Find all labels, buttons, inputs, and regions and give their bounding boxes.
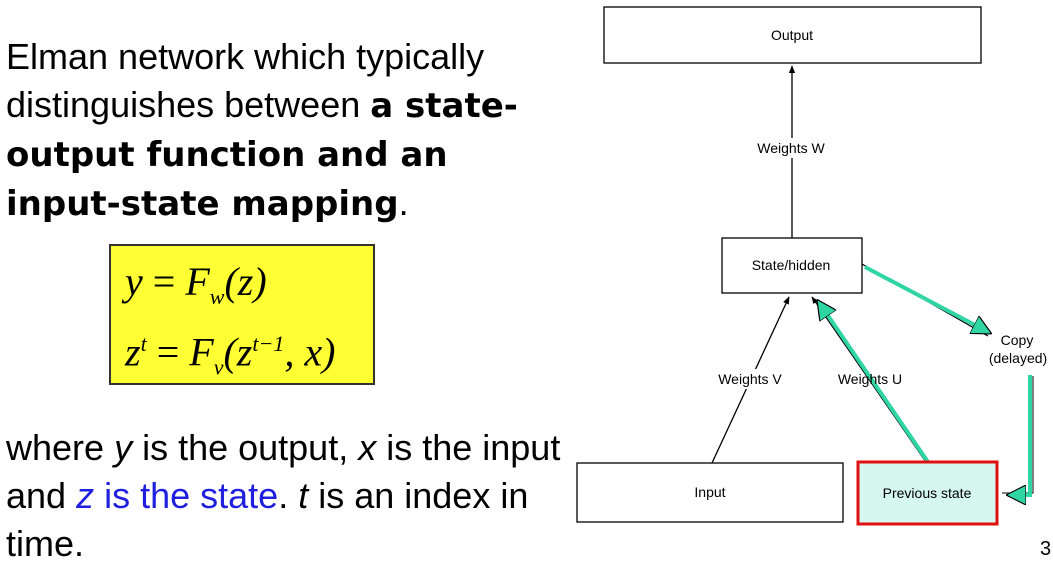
- weights-u-label: Weights U: [838, 371, 902, 387]
- previous-state-label: Previous state: [883, 485, 972, 501]
- output-label: Output: [771, 27, 813, 43]
- weights-v-label: Weights V: [718, 371, 782, 387]
- copy-to-previous-arrow: [1008, 375, 1032, 495]
- page-number: 3: [1040, 538, 1052, 560]
- copy-green-arrow: [864, 265, 990, 335]
- copy-label-line1: Copy: [1001, 332, 1034, 348]
- input-label: Input: [694, 484, 725, 500]
- elman-network-diagram: Output Weights W State/hidden Weights V …: [576, 6, 1047, 526]
- state-hidden-label: State/hidden: [752, 257, 831, 273]
- weights-w-label: Weights W: [757, 140, 825, 156]
- copy-label-line2: (delayed): [989, 350, 1047, 366]
